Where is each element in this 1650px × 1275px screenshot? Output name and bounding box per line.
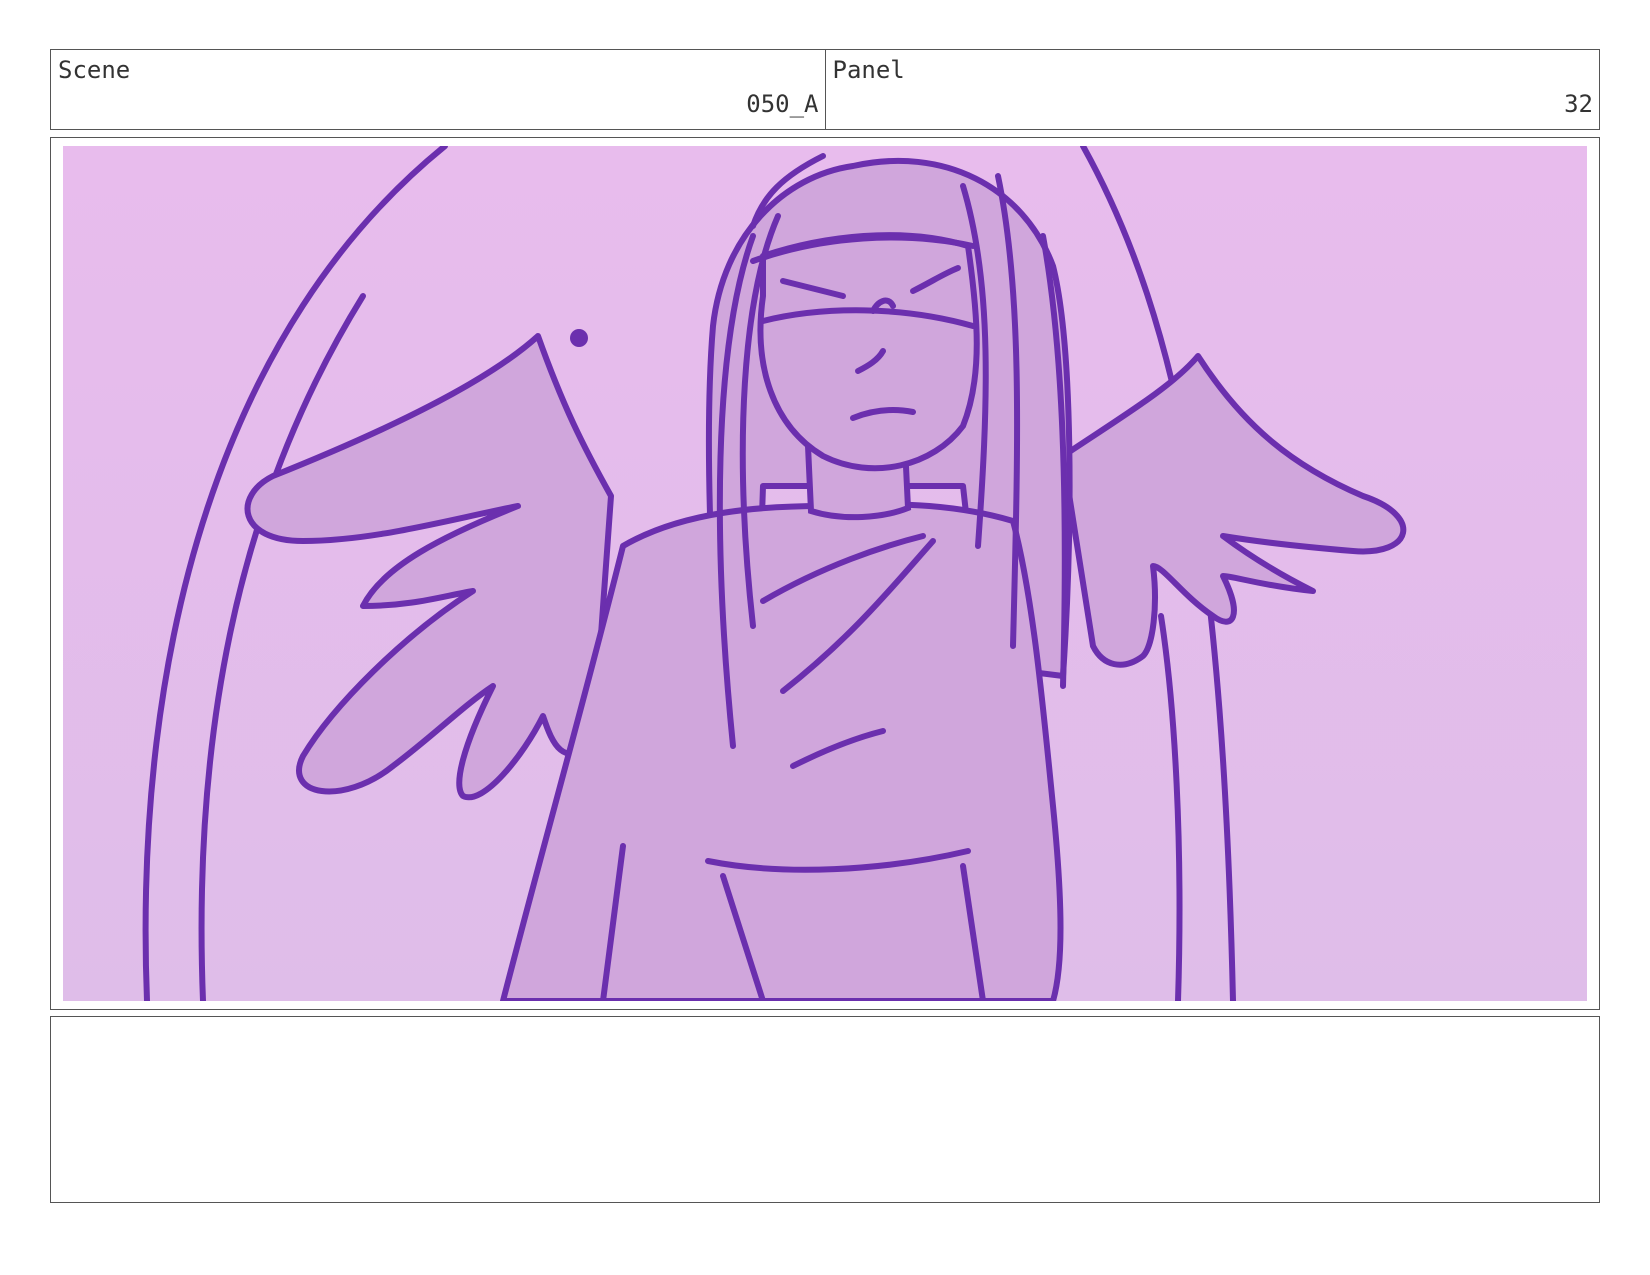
scene-label: Scene	[58, 56, 131, 84]
face	[757, 232, 980, 472]
scene-number: 050_A	[746, 90, 819, 118]
panel-cell: Panel 32	[824, 50, 1600, 129]
panel-artwork	[63, 146, 1587, 1001]
storyboard-header: Scene 050_A Panel 32	[50, 49, 1600, 130]
notes-box	[50, 1016, 1600, 1203]
panel-number: 32	[1564, 90, 1593, 118]
winged-character-sketch	[63, 146, 1587, 1001]
panel-label: Panel	[832, 56, 905, 84]
scene-cell: Scene 050_A	[51, 50, 825, 129]
panel-frame	[50, 137, 1600, 1010]
